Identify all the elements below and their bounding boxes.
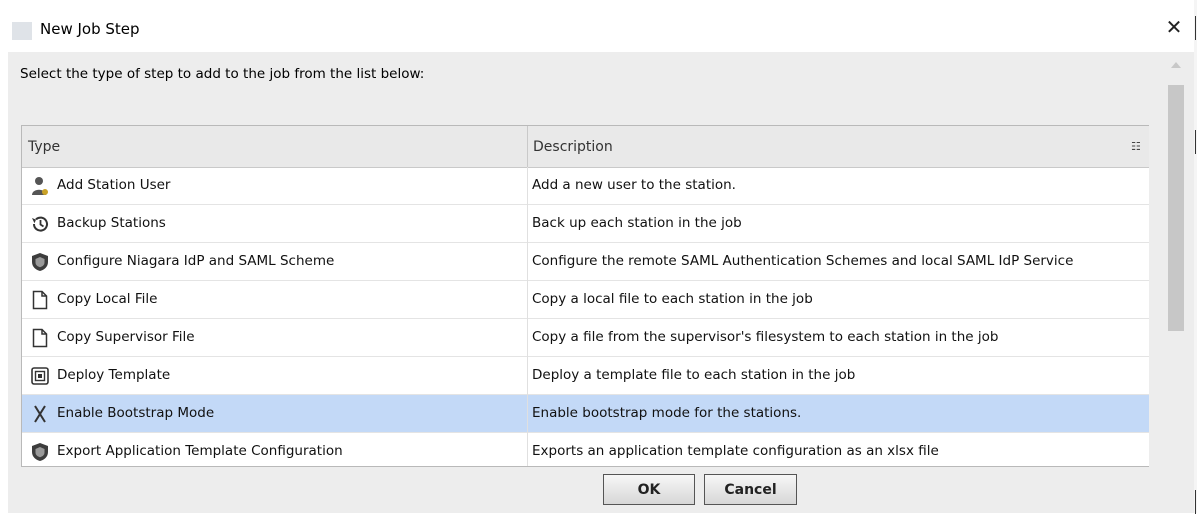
table-row[interactable]: Copy Local File Copy a local file to each… xyxy=(22,281,1149,319)
shield-icon xyxy=(30,252,50,272)
bootstrap-icon xyxy=(30,404,50,424)
table-row[interactable]: Export Application Template Configuratio… xyxy=(22,433,1149,466)
app-icon xyxy=(12,22,32,40)
column-chooser-icon[interactable]: ☷ xyxy=(1131,140,1141,153)
row-type: Enable Bootstrap Mode xyxy=(57,405,215,421)
column-divider[interactable] xyxy=(527,126,528,167)
row-description: Deploy a template file to each station i… xyxy=(532,367,856,383)
ok-button[interactable]: OK xyxy=(603,474,695,505)
shield-icon xyxy=(30,442,50,462)
scroll-up-icon[interactable] xyxy=(1171,62,1181,68)
cell-divider xyxy=(527,205,528,243)
cell-divider xyxy=(527,395,528,433)
history-icon xyxy=(30,214,50,234)
job-step-table[interactable]: Type Description ☷ Add Station User Add a… xyxy=(21,125,1149,467)
table-header: Type Description ☷ xyxy=(22,126,1149,168)
row-description: Add a new user to the station. xyxy=(532,177,736,193)
row-type: Deploy Template xyxy=(57,367,171,383)
title-bar: New Job Step ✕ xyxy=(0,0,1197,52)
file-icon xyxy=(30,328,50,348)
cancel-button[interactable]: Cancel xyxy=(704,474,797,505)
table-row[interactable]: Configure Niagara IdP and SAML Scheme Con… xyxy=(22,243,1149,281)
row-type: Add Station User xyxy=(57,177,171,193)
cell-divider xyxy=(527,433,528,466)
row-description: Back up each station in the job xyxy=(532,215,742,231)
row-description: Copy a file from the supervisor's filesy… xyxy=(532,329,999,345)
close-icon[interactable]: ✕ xyxy=(1163,16,1185,38)
column-header-type[interactable]: Type xyxy=(28,139,60,155)
file-icon xyxy=(30,290,50,310)
column-header-description[interactable]: Description xyxy=(533,139,613,155)
row-description: Copy a local file to each station in the… xyxy=(532,291,813,307)
row-description: Exports an application template configur… xyxy=(532,443,939,459)
cell-divider xyxy=(527,281,528,319)
table-row[interactable]: Add Station User Add a new user to the st… xyxy=(22,167,1149,205)
cell-divider xyxy=(527,319,528,357)
row-type: Configure Niagara IdP and SAML Scheme xyxy=(57,253,335,269)
table-row[interactable]: Enable Bootstrap Mode Enable bootstrap mo… xyxy=(22,395,1149,433)
table-row[interactable]: Copy Supervisor File Copy a file from the… xyxy=(22,319,1149,357)
user-add-icon xyxy=(30,176,50,196)
row-type: Copy Local File xyxy=(57,291,158,307)
row-type: Export Application Template Configuratio… xyxy=(57,443,343,459)
cell-divider xyxy=(527,357,528,395)
row-type: Backup Stations xyxy=(57,215,166,231)
row-type: Copy Supervisor File xyxy=(57,329,195,345)
cell-divider xyxy=(527,243,528,281)
cell-divider xyxy=(527,167,528,205)
window-title: New Job Step xyxy=(40,20,140,38)
scrollbar-thumb[interactable] xyxy=(1168,85,1184,331)
row-description: Configure the remote SAML Authentication… xyxy=(532,253,1074,269)
instructions-text: Select the type of step to add to the jo… xyxy=(20,66,425,82)
row-description: Enable bootstrap mode for the stations. xyxy=(532,405,802,421)
table-row[interactable]: Deploy Template Deploy a template file to… xyxy=(22,357,1149,395)
vertical-scrollbar[interactable] xyxy=(1166,58,1186,468)
table-row[interactable]: Backup Stations Back up each station in t… xyxy=(22,205,1149,243)
template-icon xyxy=(30,366,50,386)
